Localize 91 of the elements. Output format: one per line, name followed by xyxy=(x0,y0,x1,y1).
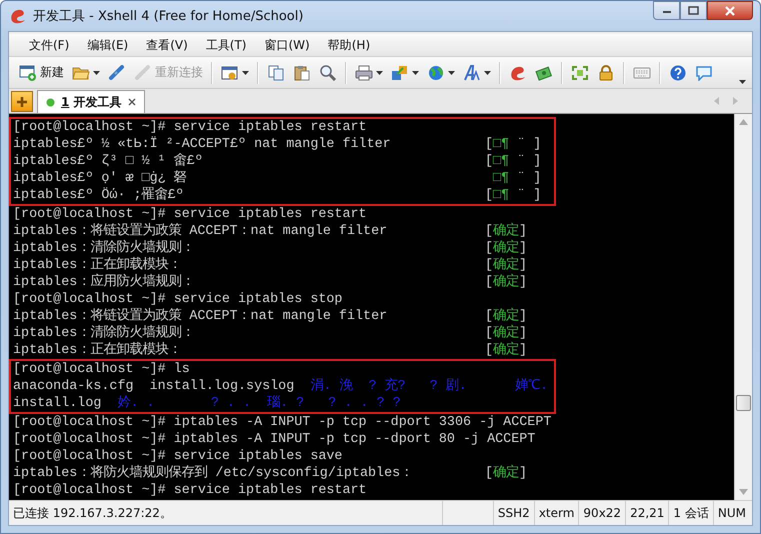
status-cell: 1 会话 xyxy=(668,501,713,525)
status-cell: 90x22 xyxy=(578,501,626,525)
caret-icon xyxy=(242,70,249,74)
plus-icon xyxy=(16,96,28,108)
terminal-text: iptables£º ½ «tЬ:Ï ²-ACCEPT£º nat mangle filter xyxy=(13,136,392,153)
shell-logo-icon xyxy=(9,8,27,24)
tab-label: 1 开发工具 xyxy=(61,94,122,110)
terminal-text: [root@localhost ~]# iptables -A INPUT -p tcp --dport 80 -j ACCEPT xyxy=(13,431,536,448)
status-tag: [□¶ ¨ ] xyxy=(485,153,542,170)
status-dot-icon xyxy=(46,98,55,106)
window-title: 开发工具 - Xshell 4 (Free for Home/School) xyxy=(33,8,304,25)
menu-item[interactable]: 文件(F) xyxy=(21,34,78,56)
status-tag: [确定] xyxy=(485,223,528,240)
help-icon xyxy=(669,64,687,80)
lock-icon xyxy=(597,64,615,80)
keyboard-icon xyxy=(633,64,651,80)
terminal-text: iptables：将链设置为政策 ACCEPT：nat mangle filter xyxy=(13,223,388,240)
terminal-text: iptables：将防火墙规则保存到 /etc/sysconfig/iptables： xyxy=(13,465,414,482)
status-tag: [□¶ ¨ ] xyxy=(485,187,542,204)
status-tag: [确定] xyxy=(485,325,528,342)
minimize-button[interactable] xyxy=(653,1,680,20)
status-cell: NUM xyxy=(712,501,750,525)
link-icon xyxy=(108,64,126,80)
status-tag: [确定] xyxy=(485,274,528,291)
status-cell: SSH2 xyxy=(492,501,534,525)
money-icon xyxy=(535,64,553,80)
terminal-text: iptables£º ζ³ □ ½ ¹ 畬£º xyxy=(13,153,204,170)
maximize-button[interactable] xyxy=(680,1,707,20)
speech-bubble-icon xyxy=(695,64,713,80)
link-icon xyxy=(134,64,152,80)
terminal-text: iptables£º ọ' ᴂ □ġ¿ 砮 xyxy=(13,170,188,187)
session-tab[interactable]: 1 开发工具 xyxy=(37,90,145,113)
window-gear-icon xyxy=(221,64,239,80)
scroll-thumb[interactable] xyxy=(736,395,751,411)
terminal-text: anaconda-ks.cfg install.log.syslog xyxy=(13,378,294,395)
terminal-text: [root@localhost ~]# service iptables save xyxy=(13,448,342,464)
caret-icon xyxy=(484,70,491,74)
caret-icon[interactable] xyxy=(739,80,746,84)
window-plus-icon xyxy=(19,64,37,80)
terminal-text: [root@localhost ~]# service iptables stop xyxy=(13,291,342,308)
caret-icon xyxy=(93,70,100,74)
scrollbar[interactable] xyxy=(734,114,752,500)
status-tag: [确定] xyxy=(485,308,528,325)
terminal-text: [root@localhost ~]# service iptables restart xyxy=(13,482,367,499)
garbled-text: 涓. 浼 ? 充? ? 剧. 婵℃. xyxy=(310,378,548,395)
close-button[interactable] xyxy=(707,1,753,20)
status-cell: 22,21 xyxy=(625,501,668,525)
terminal-text: iptables：将链设置为政策 ACCEPT：nat mangle filter xyxy=(13,308,388,324)
shell-logo-icon xyxy=(509,64,527,80)
terminal-text: [root@localhost ~]# service iptables restart xyxy=(13,119,367,136)
caret-icon xyxy=(412,70,419,74)
close-icon xyxy=(724,6,736,16)
terminal-text: iptables£º Öώ· ;罹畬£º xyxy=(13,187,185,204)
folder-icon xyxy=(72,64,90,80)
menu-item[interactable]: 编辑(E) xyxy=(79,34,136,56)
terminal-text: install.log xyxy=(13,395,102,412)
caret-icon xyxy=(448,70,455,74)
globe-icon xyxy=(427,64,445,80)
caret-icon xyxy=(376,70,383,74)
menu-item[interactable]: 窗口(W) xyxy=(256,34,318,56)
printer-icon xyxy=(355,64,373,80)
terminal-text: iptables：应用防火墙规则： xyxy=(13,274,196,291)
terminal-text: [root@localhost ~]# service iptables restart xyxy=(13,206,367,223)
status-tag: [确定] xyxy=(485,257,528,274)
menu-item[interactable]: 工具(T) xyxy=(198,34,254,56)
status-tag: [□¶ ¨ ] xyxy=(485,136,542,153)
terminal-text: iptables：正在卸载模块： xyxy=(13,342,182,359)
garbled-text: 妗. . ? . . 瑙. ? ? . . ? ? xyxy=(117,395,401,412)
terminal-text: iptables：清除防火墙规则： xyxy=(13,240,196,257)
font-icon xyxy=(463,64,481,80)
terminal-text: iptables：正在卸载模块： xyxy=(13,257,182,274)
status-message: 已连接 192.167.3.227:22。 xyxy=(13,504,172,522)
status-tag: [确定] xyxy=(485,240,528,257)
magnifier-icon xyxy=(319,64,337,80)
status-tag: [确定] xyxy=(485,465,528,482)
clipboard-icon xyxy=(293,64,311,80)
maximize-icon xyxy=(688,6,699,15)
copy-icon xyxy=(267,64,285,80)
close-icon[interactable] xyxy=(128,98,136,106)
toolbar-button[interactable]: 新建 xyxy=(15,60,68,84)
terminal-text: [root@localhost ~]# iptables -A INPUT -p tcp --dport 3306 -j ACCEPT xyxy=(13,414,552,431)
status-tag: [确定] xyxy=(485,342,528,359)
terminal-text: [root@localhost ~]# ls xyxy=(13,361,190,378)
menu-item[interactable]: 查看(V) xyxy=(138,34,196,56)
terminal-text: iptables：清除防火墙规则： xyxy=(13,325,196,342)
menu-item[interactable]: 帮助(H) xyxy=(320,34,378,56)
add-tab-button[interactable] xyxy=(11,91,33,112)
status-tag: □¶ ¨ ] xyxy=(485,170,542,187)
transfer-icon xyxy=(391,64,409,80)
fullscreen-icon xyxy=(571,64,589,80)
status-cell: xterm xyxy=(534,501,578,525)
